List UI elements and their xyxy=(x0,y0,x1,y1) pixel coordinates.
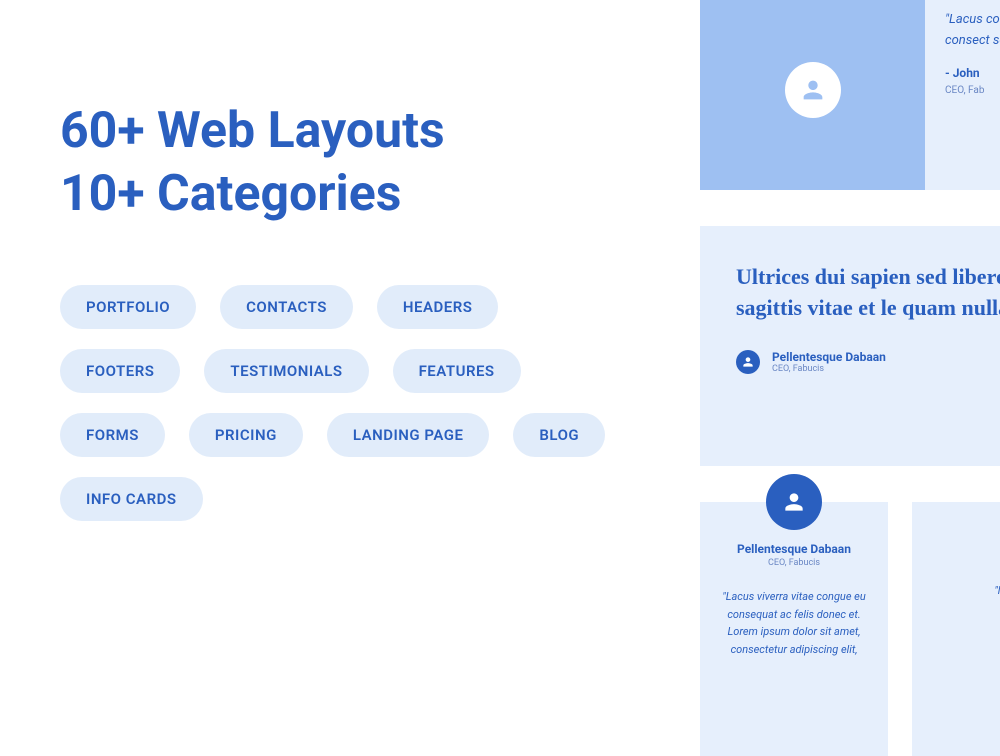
hero-left: 60+ Web Layouts 10+ Categories PORTFOLIO… xyxy=(60,100,680,521)
testimonial-name: Pellentesque Dabaan xyxy=(720,542,868,556)
testimonial-role: CEO, Fabucis xyxy=(772,364,886,374)
category-pill[interactable]: FORMS xyxy=(60,413,165,457)
avatar xyxy=(736,350,760,374)
testimonial-text-panel: "Lacus consequ Lorem consect sed eni ali… xyxy=(925,0,1000,190)
testimonial-author: - John xyxy=(945,64,1000,83)
category-pill[interactable]: FEATURES xyxy=(393,349,521,393)
headline-line-2: 10+ Categories xyxy=(60,163,680,226)
testimonial-card-split: "Lacus consequ Lorem consect sed eni ali… xyxy=(700,0,1000,190)
category-pill[interactable]: PORTFOLIO xyxy=(60,285,196,329)
avatar xyxy=(785,62,841,118)
category-pill[interactable]: INFO CARDS xyxy=(60,477,203,521)
category-pill-list: PORTFOLIO CONTACTS HEADERS FOOTERS TESTIMONI… xyxy=(60,285,620,521)
category-pill[interactable]: LANDING PAGE xyxy=(327,413,490,457)
testimonial-card-quote: Ultrices dui sapien sed libero enim. El … xyxy=(700,226,1000,466)
testimonial-body: "lacu xyxy=(932,582,1000,600)
category-pill[interactable]: CONTACTS xyxy=(220,285,353,329)
person-icon xyxy=(799,76,827,104)
person-icon xyxy=(781,489,807,515)
category-pill[interactable]: BLOG xyxy=(513,413,605,457)
testimonial-person: Pellentesque Dabaan CEO, Fabucis xyxy=(736,350,1000,374)
category-pill[interactable]: PRICING xyxy=(189,413,303,457)
headline: 60+ Web Layouts 10+ Categories xyxy=(60,100,680,225)
testimonial-card-small: Pellentesque Dabaan CEO, Fabucis "Lacus … xyxy=(700,502,888,756)
testimonial-card-small: "lacu xyxy=(912,502,1000,756)
category-pill[interactable]: TESTIMONIALS xyxy=(204,349,368,393)
testimonial-body: "Lacus viverra vitae congue eu consequat… xyxy=(720,588,868,658)
testimonial-avatar-panel xyxy=(700,0,925,190)
person-icon xyxy=(741,355,755,369)
category-pill[interactable]: HEADERS xyxy=(377,285,499,329)
testimonial-card-row: Pellentesque Dabaan CEO, Fabucis "Lacus … xyxy=(700,502,1000,756)
avatar xyxy=(766,474,822,530)
category-pill[interactable]: FOOTERS xyxy=(60,349,180,393)
testimonial-name: Pellentesque Dabaan xyxy=(772,350,886,364)
testimonial-role: CEO, Fabucis xyxy=(720,558,868,568)
testimonial-quote: Ultrices dui sapien sed libero enim. El … xyxy=(736,262,1000,324)
headline-line-1: 60+ Web Layouts xyxy=(60,100,680,163)
testimonial-body: "Lacus consequ Lorem consect sed eni ali… xyxy=(945,10,1000,52)
testimonial-role: CEO, Fab xyxy=(945,83,1000,99)
preview-column: "Lacus consequ Lorem consect sed eni ali… xyxy=(700,0,1000,756)
